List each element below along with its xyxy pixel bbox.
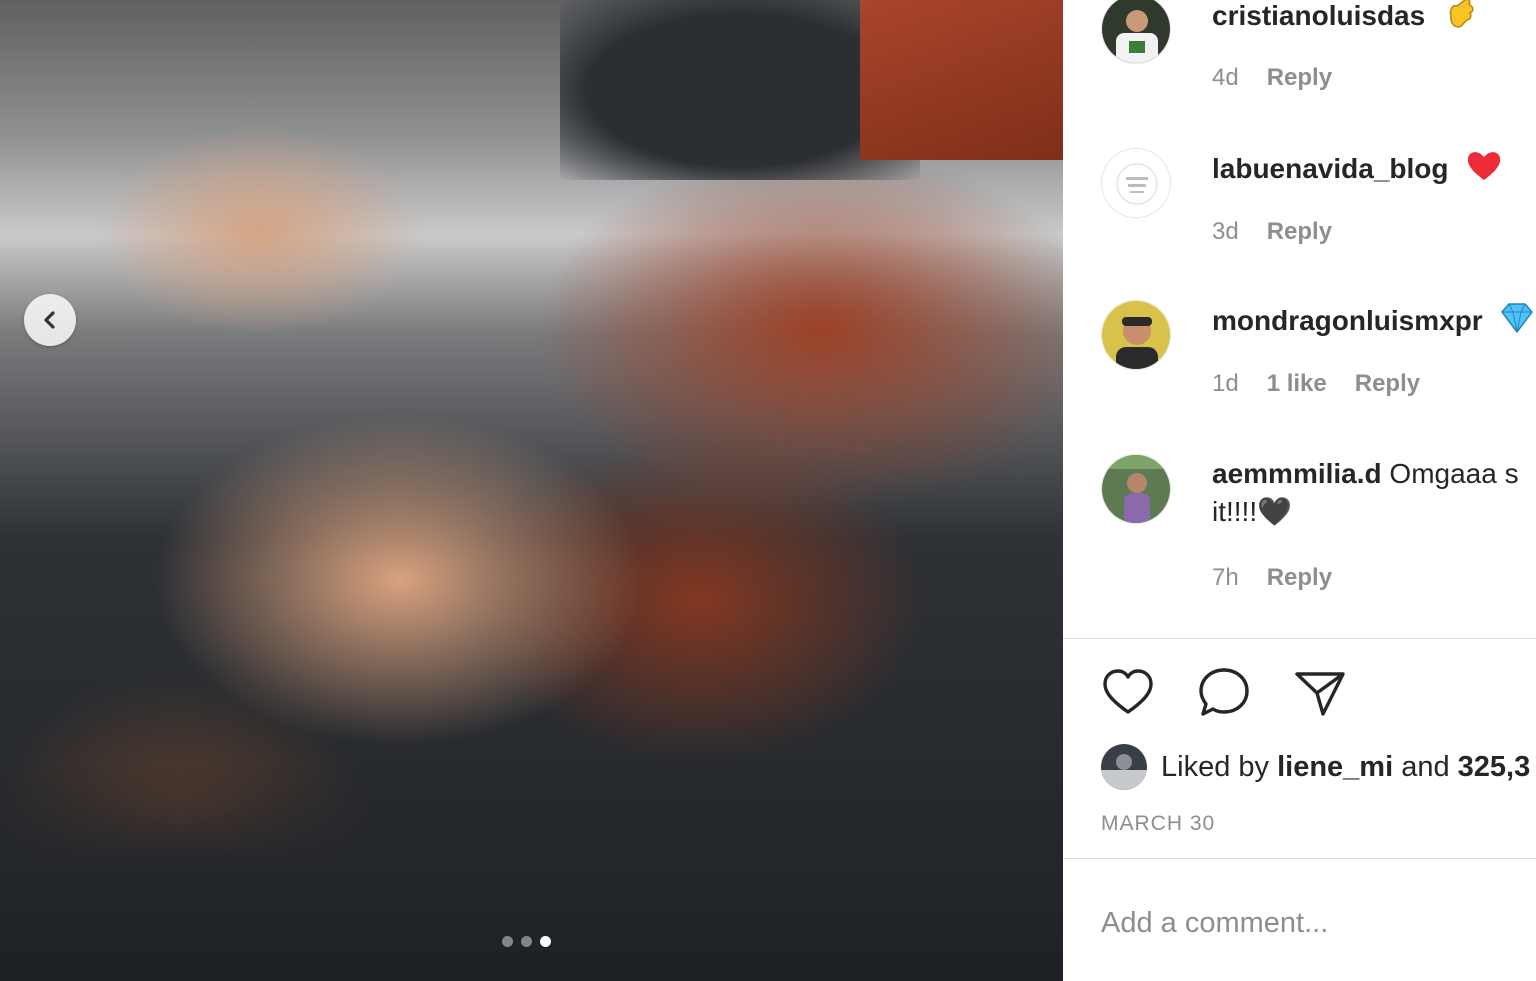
reply-button[interactable]: Reply — [1267, 564, 1332, 592]
comment-username[interactable]: aemmmilia.d — [1212, 458, 1382, 489]
comment-username[interactable]: labuenavida_blog — [1212, 153, 1449, 184]
comment-username[interactable]: mondragonluismxpr — [1212, 305, 1483, 336]
avatar[interactable] — [1101, 0, 1171, 64]
heart-outline-icon[interactable] — [1101, 666, 1155, 720]
comment-timestamp: 7h — [1212, 564, 1239, 591]
avatar[interactable] — [1101, 300, 1171, 370]
post-sidebar: cristianoluisdas 4d Reply labuenavida_bl — [1063, 0, 1536, 981]
avatar[interactable] — [1101, 148, 1171, 218]
divider — [1063, 858, 1536, 859]
post-photo[interactable] — [0, 0, 1063, 981]
likes-count[interactable]: 325,3 — [1458, 751, 1531, 784]
carousel-dots — [502, 936, 551, 947]
clapping-hand-icon — [1443, 0, 1477, 39]
comment-bubble-icon[interactable] — [1197, 666, 1251, 720]
likes-prefix: Liked by — [1161, 750, 1270, 783]
likes-user[interactable]: liene_mi — [1277, 751, 1393, 784]
divider — [1063, 638, 1536, 639]
carousel-prev-button[interactable] — [24, 294, 76, 346]
add-comment-input[interactable] — [1101, 900, 1521, 946]
comment-timestamp: 4d — [1212, 64, 1239, 91]
comment-timestamp: 3d — [1212, 218, 1239, 245]
reply-button[interactable]: Reply — [1267, 218, 1332, 246]
comment-likes-count[interactable]: 1 like — [1267, 370, 1327, 398]
paper-plane-icon[interactable] — [1293, 666, 1347, 720]
comment-text: Omgaaa s — [1389, 458, 1519, 489]
carousel-dot — [502, 936, 513, 947]
action-bar — [1101, 666, 1347, 720]
comment-username[interactable]: cristianoluisdas — [1212, 0, 1425, 31]
comment-item: labuenavida_blog 3d Reply — [1101, 148, 1536, 258]
chevron-left-icon — [44, 311, 55, 329]
photo-region-dress — [860, 0, 1063, 160]
likes-summary[interactable]: Liked by liene_mi and 325,3 — [1101, 744, 1530, 790]
gem-icon — [1500, 302, 1534, 343]
red-heart-icon — [1466, 150, 1502, 191]
carousel-dot-active — [540, 936, 551, 947]
carousel-dot — [521, 936, 532, 947]
comment-item: aemmmilia.d Omgaaa s it!!!!🖤 7h Reply — [1101, 454, 1536, 604]
reply-button[interactable]: Reply — [1355, 370, 1420, 398]
comment-timestamp: 1d — [1212, 370, 1239, 397]
likes-connector: and — [1401, 750, 1450, 783]
avatar[interactable] — [1101, 454, 1171, 524]
avatar[interactable] — [1101, 744, 1147, 790]
comment-item: mondragonluismxpr 1d 1 like Reply — [1101, 300, 1536, 410]
photo-region-blanket-bottom — [0, 760, 1063, 981]
post-date[interactable]: MARCH 30 — [1101, 812, 1215, 836]
comment-item: cristianoluisdas 4d Reply — [1101, 0, 1536, 104]
reply-button[interactable]: Reply — [1267, 64, 1332, 92]
comment-text-continued: it!!!!🖤 — [1212, 496, 1292, 527]
